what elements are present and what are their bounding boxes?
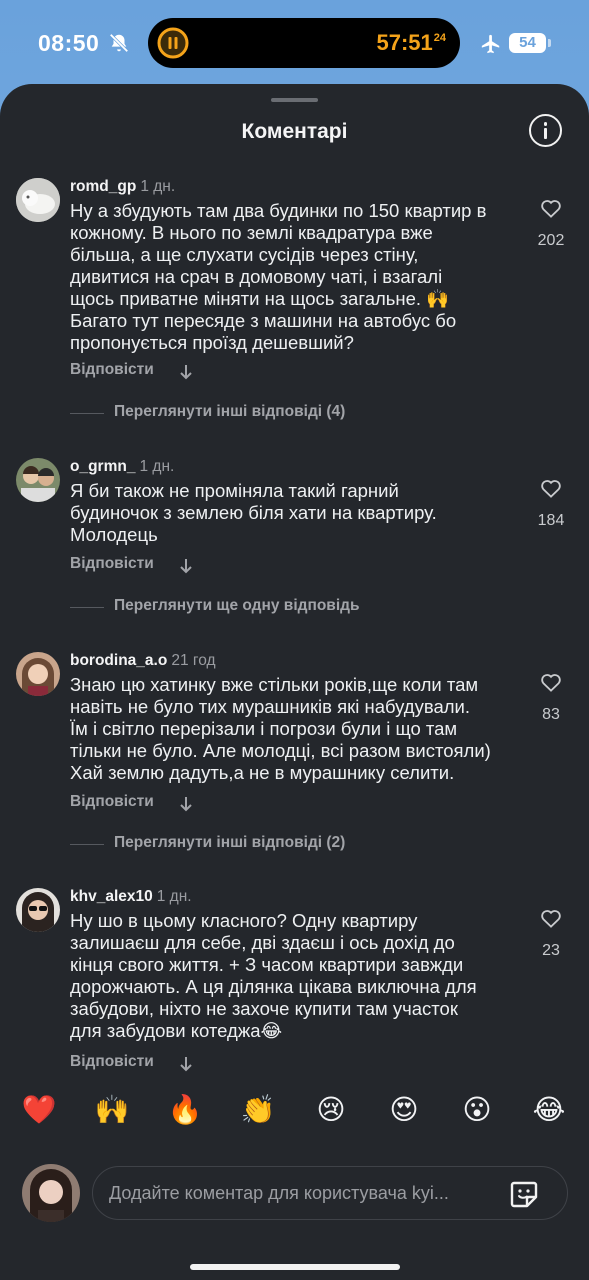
like-count: 202: [537, 232, 565, 249]
comment-username[interactable]: romd_gp: [70, 178, 136, 195]
status-time: 08:50: [38, 30, 100, 56]
airplane-icon: [481, 34, 500, 54]
battery-tip: [548, 39, 551, 47]
divider: [70, 844, 104, 845]
emoji-reaction-bar: ❤️ 🙌 🔥 👏 😢 😍 😮 😂: [0, 1092, 589, 1142]
info-icon[interactable]: [529, 114, 562, 147]
timer-readout: 57:5124: [376, 30, 446, 55]
comment-header: khv_alex10 1 дн.: [70, 888, 192, 906]
comment-header: romd_gp 1 дн.: [70, 178, 175, 196]
comment-username[interactable]: o_grmn_: [70, 458, 135, 475]
emoji-heart[interactable]: ❤️: [20, 1092, 58, 1128]
comment-username[interactable]: borodina_a.o: [70, 652, 167, 669]
divider: [70, 607, 104, 608]
comment-username[interactable]: khv_alex10: [70, 888, 153, 905]
comment-time: 1 дн.: [139, 458, 175, 475]
reply-button[interactable]: Відповісти: [70, 361, 154, 379]
emoji-clap[interactable]: 👏: [239, 1092, 277, 1128]
comment-time: 1 дн.: [140, 178, 176, 195]
comment-text: Ну а збудують там два будинки по 150 ква…: [70, 200, 487, 353]
battery-indicator: 54: [509, 33, 546, 53]
emoji-laughing[interactable]: 😂: [530, 1092, 568, 1128]
comments-sheet: Коментарі romd_gp 1 дн. Ну а збудують там…: [0, 84, 589, 1280]
avatar[interactable]: [16, 178, 60, 222]
dynamic-island[interactable]: 57:5124: [148, 18, 460, 68]
sheet-title: Коментарі: [241, 120, 348, 143]
avatar[interactable]: [16, 458, 60, 502]
emoji-surprised[interactable]: 😮: [458, 1092, 496, 1128]
sheet-grabber[interactable]: [271, 98, 318, 102]
arrow-down-icon[interactable]: [178, 364, 194, 380]
avatar[interactable]: [16, 888, 60, 932]
comment-time: 1 дн.: [156, 888, 192, 905]
arrow-down-icon[interactable]: [178, 1056, 194, 1072]
comment-text: Я би також не проміняла такий гарний буд…: [70, 480, 437, 545]
heart-icon[interactable]: [540, 198, 562, 218]
view-replies-button[interactable]: Переглянути інші відповіді (2): [114, 834, 345, 852]
emoji-fire[interactable]: 🔥: [166, 1092, 204, 1128]
arrow-down-icon[interactable]: [178, 796, 194, 812]
avatar: [22, 1164, 80, 1222]
view-replies-button[interactable]: Переглянути ще одну відповідь: [114, 597, 360, 615]
comment-input-row: Додайте коментар для користувача kyi...: [0, 1164, 589, 1226]
timer-icon: [157, 27, 189, 59]
bell-slash-icon: [109, 33, 129, 53]
comment-text: Знаю цю хатинку вже стільки років,ще кол…: [70, 674, 491, 783]
divider: [70, 413, 104, 414]
emoji-raised-hands[interactable]: 🙌: [93, 1092, 131, 1128]
emoji-crying[interactable]: 😢: [312, 1092, 350, 1128]
avatar[interactable]: [16, 652, 60, 696]
reply-button[interactable]: Відповісти: [70, 793, 154, 811]
like-count: 83: [542, 706, 560, 723]
home-indicator[interactable]: [190, 1264, 400, 1270]
status-bar: 08:50 57:5124 54: [0, 0, 589, 86]
reply-button[interactable]: Відповісти: [70, 1053, 154, 1071]
emoji-heart-eyes[interactable]: 😍: [385, 1092, 423, 1128]
like-count: 23: [542, 942, 560, 959]
heart-icon[interactable]: [540, 672, 562, 692]
arrow-down-icon[interactable]: [178, 558, 194, 574]
comment-input-placeholder: Додайте коментар для користувача kyi...: [109, 1183, 449, 1203]
reply-button[interactable]: Відповісти: [70, 555, 154, 573]
comment-time: 21 год: [171, 652, 216, 669]
heart-icon[interactable]: [540, 478, 562, 498]
comment-input[interactable]: Додайте коментар для користувача kyi...: [92, 1166, 568, 1220]
view-replies-button[interactable]: Переглянути інші відповіді (4): [114, 403, 345, 421]
comment-header: o_grmn_ 1 дн.: [70, 458, 174, 476]
comment-text: Ну шо в цьому класного? Одну квартиру за…: [70, 910, 477, 1041]
comment-header: borodina_a.o 21 год: [70, 652, 216, 670]
sticker-icon[interactable]: [509, 1179, 539, 1209]
heart-icon[interactable]: [540, 908, 562, 928]
like-count: 184: [537, 512, 565, 529]
